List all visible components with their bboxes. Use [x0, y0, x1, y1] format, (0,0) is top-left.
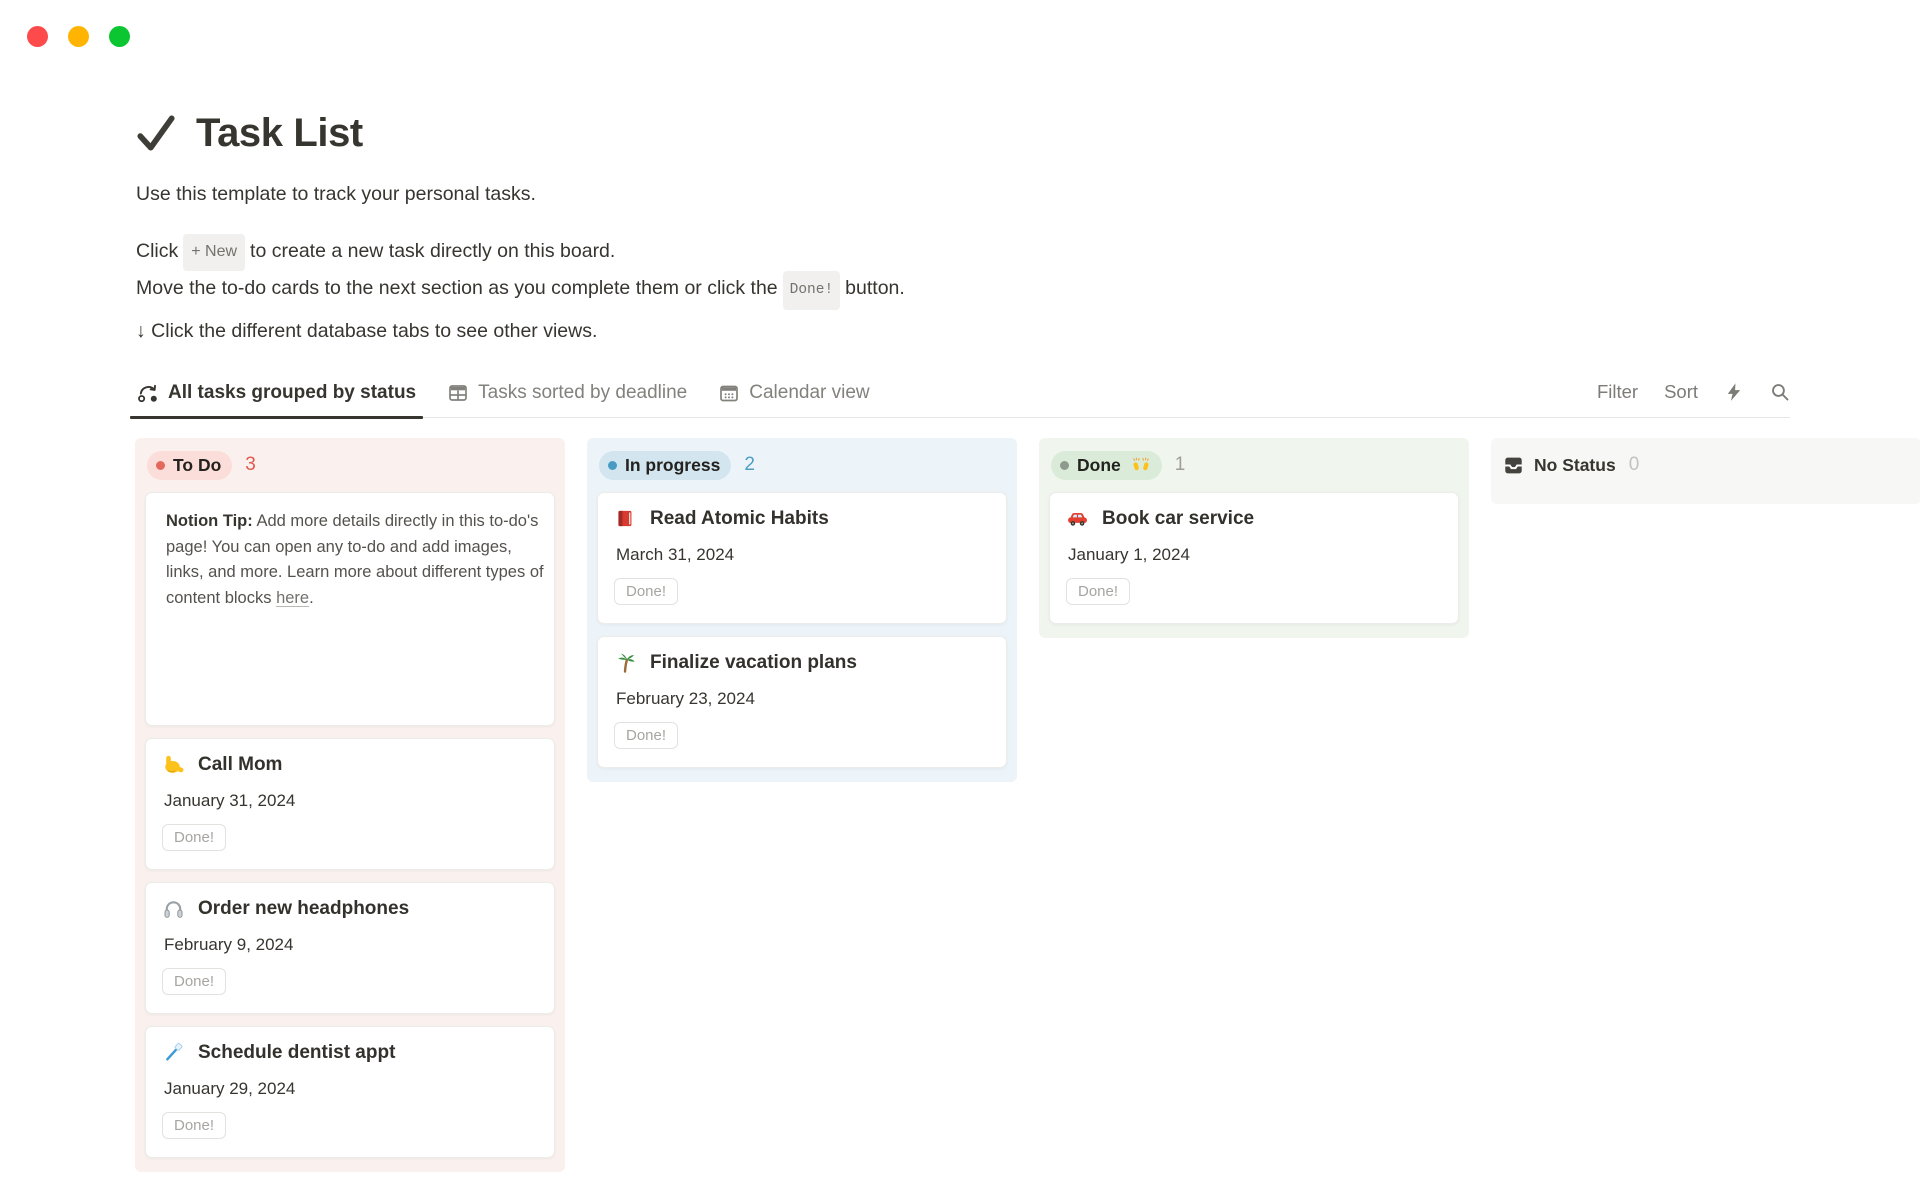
sort-button[interactable]: Sort	[1664, 381, 1698, 403]
tip-bold-label: Notion Tip:	[166, 512, 253, 530]
calendar-icon	[718, 382, 740, 404]
task-card[interactable]: Call Mom January 31, 2024 Done!	[145, 738, 555, 870]
board-column-nostatus: No Status 0	[1491, 438, 1920, 504]
toothbrush-icon	[162, 1041, 185, 1064]
instruction-text: button.	[845, 277, 905, 299]
status-label: No Status	[1534, 455, 1616, 476]
card-title-row: Schedule dentist appt	[162, 1041, 538, 1064]
search-icon[interactable]	[1770, 382, 1790, 402]
red-book-icon	[614, 507, 637, 530]
status-pill-inprogress[interactable]: In progress	[599, 451, 731, 480]
zoom-window-button[interactable]	[109, 26, 130, 47]
tab-calendar-view[interactable]: Calendar view	[716, 382, 871, 417]
status-label: Done	[1077, 455, 1121, 476]
card-date: January 1, 2024	[1068, 545, 1442, 565]
tip-suffix: .	[309, 589, 314, 607]
tab-label: Calendar view	[749, 382, 869, 404]
done-button[interactable]: Done!	[614, 722, 678, 749]
instructions: Click+ Newto create a new task directly …	[136, 234, 905, 310]
column-count: 3	[245, 454, 256, 476]
card-title: Order new headphones	[198, 898, 409, 920]
status-dot	[156, 461, 165, 470]
status-dot	[608, 461, 617, 470]
tab-tasks-sorted-by-deadline[interactable]: Tasks sorted by deadline	[445, 382, 689, 417]
raising-hands-icon	[1129, 455, 1151, 475]
board-column-todo: To Do 3 Notion Tip: Add more details direc…	[135, 438, 565, 1172]
task-card[interactable]: Book car service January 1, 2024 Done!	[1049, 492, 1459, 624]
inbox-icon	[1503, 455, 1524, 476]
done-button[interactable]: Done!	[162, 968, 226, 995]
filter-button[interactable]: Filter	[1597, 381, 1638, 403]
card-date: February 23, 2024	[616, 689, 990, 709]
card-title: Schedule dentist appt	[198, 1042, 395, 1064]
view-tabs-bar: All tasks grouped by status Tasks sorted…	[135, 381, 1790, 418]
column-header-done: Done 1	[1051, 450, 1456, 480]
instruction-line-2: Move the to-do cards to the next section…	[136, 271, 905, 310]
done-button[interactable]: Done!	[162, 1112, 226, 1139]
column-count: 1	[1175, 454, 1186, 476]
card-title: Book car service	[1102, 508, 1254, 530]
column-count: 2	[744, 454, 755, 476]
call-me-hand-icon	[162, 753, 185, 776]
board-status-icon	[137, 382, 159, 404]
window-controls	[27, 26, 130, 47]
instruction-text: Click	[136, 240, 178, 262]
page-title: Task List	[196, 111, 363, 156]
instruction-line-1: Click+ Newto create a new task directly …	[136, 234, 905, 271]
card-title: Call Mom	[198, 754, 282, 776]
status-label: To Do	[173, 455, 221, 476]
minimize-window-button[interactable]	[68, 26, 89, 47]
notion-tip-card[interactable]: Notion Tip: Add more details directly in…	[145, 492, 555, 726]
checkmark-icon	[133, 110, 179, 156]
tip-text: Notion Tip: Add more details directly in…	[166, 509, 550, 611]
task-card[interactable]: Read Atomic Habits March 31, 2024 Done!	[597, 492, 1007, 624]
column-count: 0	[1629, 454, 1640, 476]
here-link[interactable]: here	[276, 589, 309, 607]
card-date: January 29, 2024	[164, 1079, 538, 1099]
instruction-line-3: ↓ Click the different database tabs to s…	[136, 320, 597, 343]
table-icon	[447, 382, 469, 404]
task-card[interactable]: Finalize vacation plans February 23, 2024…	[597, 636, 1007, 768]
new-button-chip: + New	[183, 234, 245, 271]
tab-label: Tasks sorted by deadline	[478, 382, 687, 404]
card-date: January 31, 2024	[164, 791, 538, 811]
instruction-text: Move the to-do cards to the next section…	[136, 277, 778, 299]
column-header-inprogress: In progress 2	[599, 450, 1004, 480]
board-column-done: Done 1 Book car service January 1, 2024 Done…	[1039, 438, 1469, 638]
instruction-text: to create a new task directly on this bo…	[250, 240, 615, 262]
board-toolbar: Filter Sort	[1597, 381, 1790, 417]
status-label: In progress	[625, 455, 720, 476]
card-title: Finalize vacation plans	[650, 652, 857, 674]
status-pill-done[interactable]: Done	[1051, 451, 1162, 480]
board-column-inprogress: In progress 2 Read Atomic Habits March 31, …	[587, 438, 1017, 782]
card-title-row: Finalize vacation plans	[614, 651, 990, 674]
tab-label: All tasks grouped by status	[168, 382, 416, 404]
palm-tree-icon	[614, 651, 637, 674]
card-title-row: Book car service	[1066, 507, 1442, 530]
done-button[interactable]: Done!	[1066, 578, 1130, 605]
status-pill-todo[interactable]: To Do	[147, 451, 232, 480]
close-window-button[interactable]	[27, 26, 48, 47]
task-card[interactable]: Schedule dentist appt January 29, 2024 Don…	[145, 1026, 555, 1158]
lightning-icon[interactable]	[1724, 382, 1744, 402]
tab-all-tasks-grouped-by-status[interactable]: All tasks grouped by status	[135, 382, 418, 417]
page-header: Task List	[133, 110, 363, 156]
card-date: March 31, 2024	[616, 545, 990, 565]
column-header-todo: To Do 3	[147, 450, 552, 480]
board: To Do 3 Notion Tip: Add more details direc…	[135, 438, 1920, 1172]
red-car-icon	[1066, 507, 1089, 530]
card-title-row: Call Mom	[162, 753, 538, 776]
column-header-nostatus: No Status 0	[1503, 450, 1908, 480]
headphones-icon	[162, 897, 185, 920]
card-title-row: Read Atomic Habits	[614, 507, 990, 530]
card-date: February 9, 2024	[164, 935, 538, 955]
task-card[interactable]: Order new headphones February 9, 2024 Done…	[145, 882, 555, 1014]
done-button[interactable]: Done!	[162, 824, 226, 851]
card-title-row: Order new headphones	[162, 897, 538, 920]
card-title: Read Atomic Habits	[650, 508, 829, 530]
done-button[interactable]: Done!	[614, 578, 678, 605]
page-subtitle: Use this template to track your personal…	[136, 183, 536, 206]
done-button-chip: Done!	[783, 271, 841, 310]
status-dot	[1060, 461, 1069, 470]
